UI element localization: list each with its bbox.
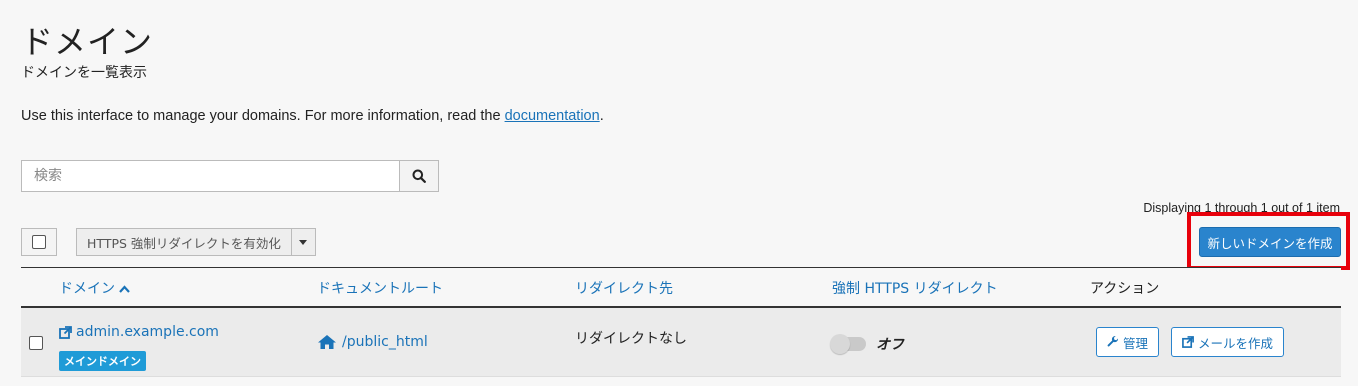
intro-text: Use this interface to manage your domain… [21,108,604,124]
external-link-icon [1182,336,1194,348]
wrench-icon [1107,336,1119,347]
external-link-icon [59,325,72,339]
domain-link[interactable]: admin.example.com [59,324,219,340]
checkbox-box [32,235,46,249]
https-toggle[interactable] [830,334,866,354]
create-domain-button[interactable]: 新しいドメインを作成 [1199,227,1341,257]
domains-table: ドメイン ドキュメントルート リダイレクト先 強制 HTTPS リダイレクト ア… [21,267,1341,377]
table-header: ドメイン ドキュメントルート リダイレクト先 強制 HTTPS リダイレクト ア… [21,267,1341,308]
documentation-link[interactable]: documentation [505,108,600,124]
search-button[interactable] [399,161,438,191]
create-email-label: メールを作成 [1198,335,1274,351]
page-subtitle: ドメインを一覧表示 [21,65,147,81]
search-input[interactable] [22,161,402,191]
header-actions: アクション [1090,281,1160,297]
https-redirect-group: HTTPS 強制リダイレクトを有効化 [76,228,316,256]
intro-sentence: Use this interface to manage your domain… [21,108,505,124]
intro-end: . [599,108,604,124]
row-checkbox[interactable] [29,336,43,350]
enable-https-redirect-button[interactable]: HTTPS 強制リダイレクトを有効化 [76,228,292,256]
home-icon [318,335,336,349]
https-toggle-group: オフ [830,334,904,354]
header-domain-label: ドメイン [59,281,115,297]
caret-down-icon [299,239,308,245]
manage-label: 管理 [1123,335,1149,351]
https-toggle-label: オフ [876,337,904,353]
page-title: ドメイン [21,23,154,61]
toggle-knob [830,334,850,354]
header-domain[interactable]: ドメイン [59,278,131,298]
search-icon [412,169,426,183]
header-redirect[interactable]: リダイレクト先 [575,278,673,298]
docroot-link[interactable]: /public_html [317,334,428,350]
domain-name: admin.example.com [76,324,219,340]
manage-button[interactable]: 管理 [1096,327,1160,357]
select-all-checkbox[interactable] [21,228,57,256]
search-box [21,160,439,192]
docroot-path: /public_html [342,334,428,350]
header-docroot[interactable]: ドキュメントルート [317,278,443,298]
https-redirect-dropdown[interactable] [291,228,316,256]
main-domain-badge: メインドメイン [59,351,146,371]
header-https[interactable]: 強制 HTTPS リダイレクト [832,278,998,298]
table-row: admin.example.com メインドメイン /public_html リ… [21,308,1341,377]
redirect-value: リダイレクトなし [575,331,687,347]
sort-asc-icon [119,285,131,293]
create-email-button[interactable]: メールを作成 [1171,327,1285,357]
